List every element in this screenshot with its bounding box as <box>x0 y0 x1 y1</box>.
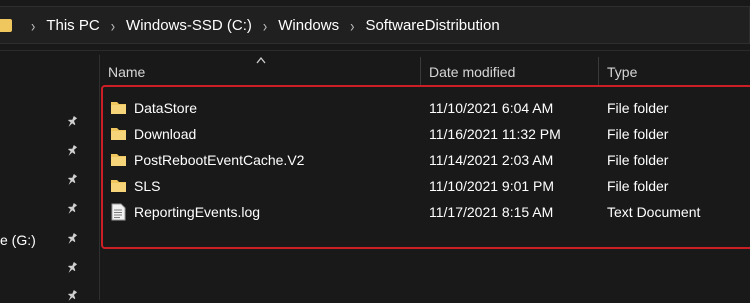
file-name: DataStore <box>134 100 198 116</box>
column-header-date-modified[interactable]: Date modified <box>429 55 599 89</box>
file-date: 11/10/2021 9:01 PM <box>429 178 555 194</box>
file-name: SLS <box>134 178 161 194</box>
chevron-right-icon[interactable]: › <box>263 15 267 35</box>
nav-item-drive-g[interactable]: e (G:) <box>0 232 36 248</box>
folder-icon <box>111 128 126 140</box>
navigation-pane: e (G:) <box>0 55 100 303</box>
pin-icon[interactable] <box>66 289 78 303</box>
chevron-right-icon[interactable]: › <box>31 15 35 35</box>
text-file-icon <box>111 203 126 221</box>
vertical-scrollbar[interactable] <box>742 55 750 300</box>
breadcrumb: › This PC › Windows-SSD (C:) › Windows ›… <box>0 0 500 50</box>
list-item[interactable]: Download 11/16/2021 11:32 PM File folder <box>100 121 750 147</box>
list-item[interactable]: SLS 11/10/2021 9:01 PM File folder <box>100 173 750 199</box>
file-name: PostRebootEventCache.V2 <box>134 152 305 168</box>
file-date: 11/14/2021 2:03 AM <box>429 152 554 168</box>
breadcrumb-this-pc[interactable]: This PC <box>46 17 99 34</box>
file-date: 11/16/2021 11:32 PM <box>429 126 561 142</box>
address-bar: › This PC › Windows-SSD (C:) › Windows ›… <box>0 0 750 51</box>
pin-icon[interactable] <box>66 202 78 216</box>
chevron-right-icon[interactable]: › <box>350 15 354 35</box>
folder-icon <box>111 102 126 114</box>
column-header-type[interactable]: Type <box>607 55 737 89</box>
pin-icon[interactable] <box>66 232 78 246</box>
chevron-right-icon[interactable]: › <box>111 15 115 35</box>
folder-icon <box>111 180 126 192</box>
pin-icon[interactable] <box>66 115 78 129</box>
list-item[interactable]: PostRebootEventCache.V2 11/14/2021 2:03 … <box>100 147 750 173</box>
column-header-date-label: Date modified <box>429 64 516 80</box>
pin-icon[interactable] <box>66 144 78 158</box>
breadcrumb-drive-c[interactable]: Windows-SSD (C:) <box>126 17 252 34</box>
column-header-name-label: Name <box>108 64 146 80</box>
breadcrumb-softwaredistribution[interactable]: SoftwareDistribution <box>365 17 499 34</box>
folder-icon <box>111 154 126 166</box>
file-type: File folder <box>607 126 669 142</box>
list-item[interactable]: DataStore 11/10/2021 6:04 AM File folder <box>100 95 750 121</box>
list-item[interactable]: ReportingEvents.log 11/17/2021 8:15 AM T… <box>100 199 750 225</box>
file-type: File folder <box>607 152 669 168</box>
file-date: 11/10/2021 6:04 AM <box>429 100 554 116</box>
column-divider[interactable] <box>420 57 421 87</box>
breadcrumb-windows[interactable]: Windows <box>278 17 339 34</box>
column-header-type-label: Type <box>607 64 638 80</box>
file-type: File folder <box>607 178 669 194</box>
file-name: ReportingEvents.log <box>134 204 261 220</box>
pin-icon[interactable] <box>66 173 78 187</box>
sort-ascending-icon <box>256 56 266 64</box>
pin-icon[interactable] <box>66 261 78 275</box>
file-type: Text Document <box>607 204 701 220</box>
file-name: Download <box>134 126 197 142</box>
file-list-pane: Name Date modified Type DataStore 11/10/… <box>100 55 750 300</box>
file-type: File folder <box>607 100 669 116</box>
file-date: 11/17/2021 8:15 AM <box>429 204 554 220</box>
folder-icon <box>0 18 12 32</box>
column-divider[interactable] <box>598 57 599 87</box>
